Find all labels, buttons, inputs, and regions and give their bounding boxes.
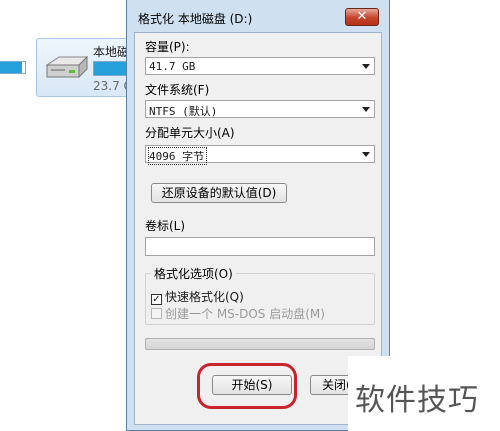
close-window-button[interactable]: ✕ bbox=[345, 8, 379, 26]
msdos-boot-label: 创建一个 MS-DOS 启动盘(M) bbox=[165, 307, 325, 321]
volume-label-input[interactable] bbox=[145, 237, 375, 256]
volume-label-caption: 卷标(L) bbox=[145, 219, 186, 233]
restore-defaults-button[interactable]: 还原设备的默认值(D) bbox=[151, 183, 287, 203]
capacity-value: 41.7 GB bbox=[149, 60, 196, 73]
dialog-title: 格式化 本地磁盘 (D:) bbox=[138, 12, 253, 26]
capacity-label: 容量(P): bbox=[145, 40, 190, 54]
partial-capacity-bar bbox=[0, 61, 26, 74]
chevron-down-icon bbox=[362, 107, 370, 112]
filesystem-select[interactable]: NTFS (默认) bbox=[145, 100, 375, 118]
quick-format-checkbox[interactable]: ✓ 快速格式化(Q) bbox=[151, 288, 244, 305]
hard-drive-icon bbox=[45, 55, 89, 79]
allocation-value: 4096 字节 bbox=[147, 147, 208, 165]
chevron-down-icon bbox=[362, 64, 370, 69]
empty-checkbox-icon bbox=[151, 308, 162, 319]
chevron-down-icon bbox=[362, 152, 370, 157]
format-options-title: 格式化选项(O) bbox=[151, 265, 236, 282]
capacity-select[interactable]: 41.7 GB bbox=[145, 57, 375, 75]
drive-name: 本地磁 bbox=[93, 45, 130, 59]
filesystem-value: NTFS (默认) bbox=[149, 105, 218, 118]
close-icon: ✕ bbox=[356, 9, 368, 24]
allocation-label: 分配单元大小(A) bbox=[145, 126, 235, 140]
start-button-highlight-ring bbox=[197, 363, 297, 409]
allocation-select[interactable]: 4096 字节 bbox=[145, 145, 375, 165]
checkmark-icon: ✓ bbox=[151, 294, 162, 305]
filesystem-label: 文件系统(F) bbox=[145, 83, 210, 97]
dialog-titlebar[interactable]: 格式化 本地磁盘 (D:) ✕ bbox=[127, 0, 389, 32]
msdos-boot-checkbox[interactable]: 创建一个 MS-DOS 启动盘(M) bbox=[151, 305, 325, 322]
drive-tile-local-disk[interactable]: 本地磁 23.7 G bbox=[36, 38, 145, 97]
watermark-text: 软件技巧 bbox=[355, 383, 479, 418]
quick-format-label: 快速格式化(Q) bbox=[165, 290, 244, 304]
format-progress-bar bbox=[145, 338, 375, 350]
